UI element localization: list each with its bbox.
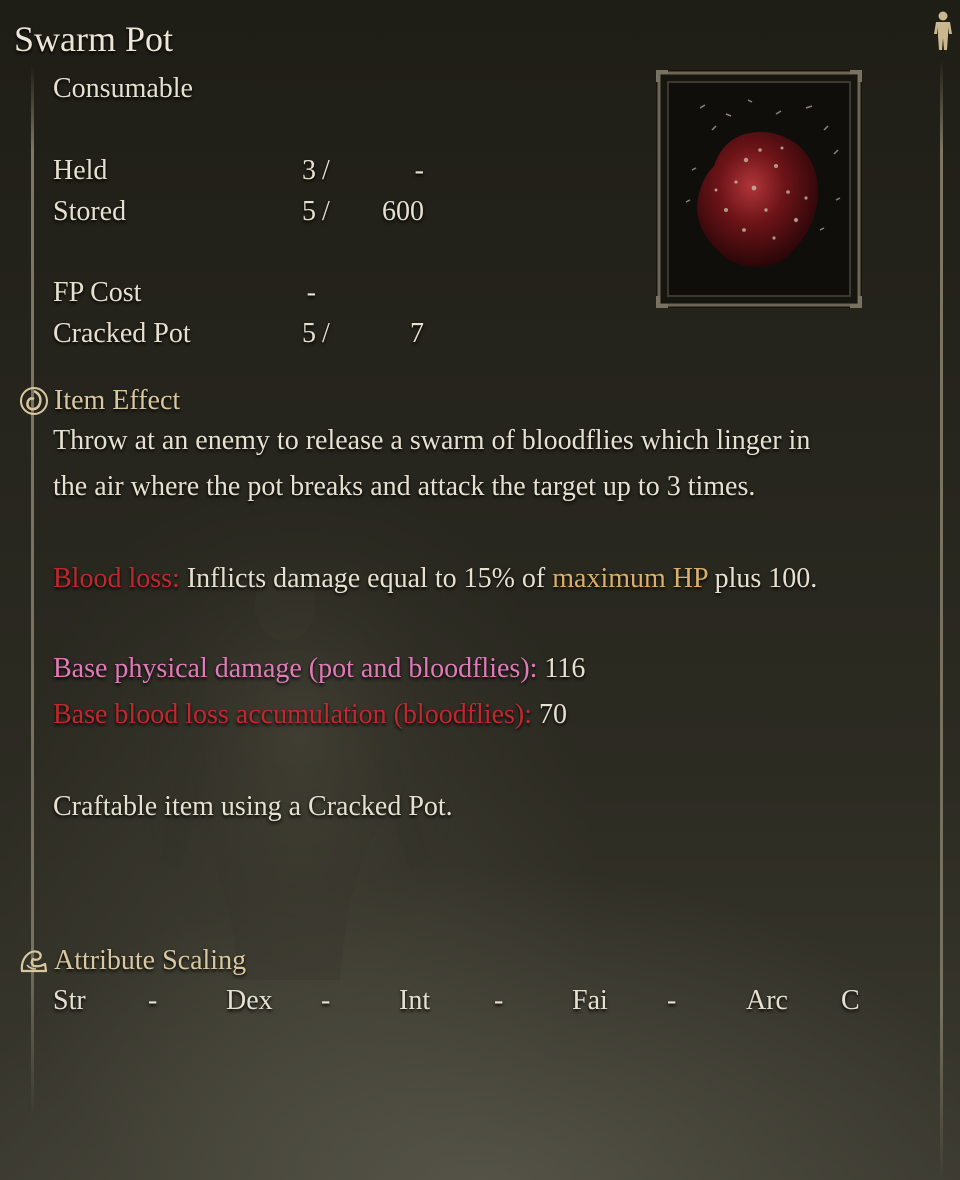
attr-str-name: Str xyxy=(53,985,86,1016)
attr-str-grade: - xyxy=(148,985,158,1016)
attr-fai-grade: - xyxy=(667,985,677,1016)
background-character-silhouette xyxy=(150,560,450,980)
blood-loss-label: Blood loss: xyxy=(53,563,180,594)
maximum-hp-highlight: maximum HP xyxy=(552,563,708,594)
craft-note: Craftable item using a Cracked Pot. xyxy=(53,791,453,822)
attribute-scaling-arm-icon xyxy=(20,950,48,973)
attr-fai-name: Fai xyxy=(572,985,608,1016)
item-effect-swirl-icon xyxy=(20,387,48,415)
attr-arc-name: Arc xyxy=(746,985,788,1016)
attribute-scaling-heading: Attribute Scaling xyxy=(18,944,246,978)
character-figure-icon[interactable] xyxy=(930,10,956,52)
cracked-pot-label: Cracked Pot xyxy=(53,318,191,349)
stored-current: 5 xyxy=(302,196,316,227)
held-separator: / xyxy=(322,155,330,186)
cracked-pot-separator: / xyxy=(322,318,330,349)
item-effect-description: Throw at an enemy to release a swarm of … xyxy=(53,418,913,510)
fp-cost-label: FP Cost xyxy=(53,277,142,308)
fp-cost-value: - xyxy=(306,277,316,308)
attr-int-name: Int xyxy=(399,985,431,1016)
item-category: Consumable xyxy=(53,73,193,104)
base-blood-loss-value: 70 xyxy=(532,699,568,730)
description-line-1: Throw at an enemy to release a swarm of … xyxy=(53,425,811,456)
attr-dex-grade: - xyxy=(321,985,331,1016)
item-detail-panel: Swarm Pot Consumable Held 3 / - Stored 5… xyxy=(0,0,960,1180)
blood-loss-text-b: plus 100. xyxy=(707,563,818,594)
base-physical-damage-line: Base physical damage (pot and bloodflies… xyxy=(53,646,913,692)
stored-max: 600 xyxy=(382,196,424,227)
blood-loss-text-a: Inflicts damage equal to 15% of xyxy=(179,563,553,594)
blood-loss-line: Blood loss: Inflicts damage equal to 15%… xyxy=(53,556,913,602)
attr-arc-grade: C xyxy=(841,985,860,1016)
attribute-scaling-heading-label: Attribute Scaling xyxy=(54,945,247,976)
attr-int-grade: - xyxy=(494,985,504,1016)
held-current: 3 xyxy=(302,155,316,186)
base-physical-damage-label: Base physical damage (pot and bloodflies… xyxy=(53,653,538,684)
base-physical-damage-value: 116 xyxy=(537,653,586,684)
swarm-pot-image xyxy=(656,70,862,308)
held-max: - xyxy=(414,155,424,186)
item-effect-heading-label: Item Effect xyxy=(54,385,181,416)
stored-separator: / xyxy=(322,196,330,227)
cracked-pot-current: 5 xyxy=(302,318,316,349)
base-blood-loss-label: Base blood loss accumulation (bloodflies… xyxy=(53,699,533,730)
cracked-pot-max: 7 xyxy=(410,318,424,349)
attr-dex-name: Dex xyxy=(226,985,273,1016)
stored-label: Stored xyxy=(53,196,127,227)
item-effect-heading: Item Effect xyxy=(18,384,180,418)
item-title: Swarm Pot xyxy=(14,19,174,59)
right-divider-line xyxy=(940,60,943,1180)
base-blood-loss-line: Base blood loss accumulation (bloodflies… xyxy=(53,692,913,738)
description-line-2: the air where the pot breaks and attack … xyxy=(53,471,756,502)
held-label: Held xyxy=(53,155,108,186)
